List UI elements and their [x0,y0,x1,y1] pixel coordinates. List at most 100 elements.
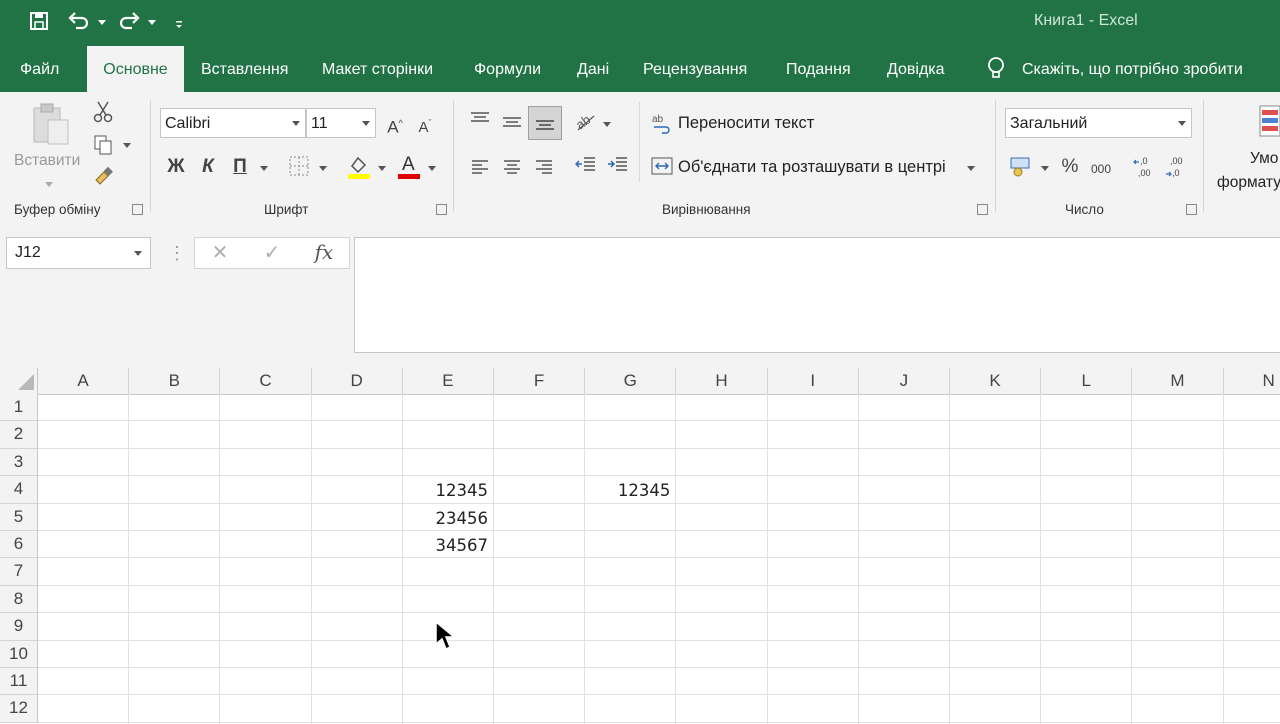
percent-button[interactable]: % [1058,156,1082,178]
number-format-select[interactable]: Загальний [1005,108,1192,138]
tab-formulas[interactable]: Формули [474,46,541,92]
tell-me-search[interactable]: Скажіть, що потрібно зробити [1022,46,1243,92]
row-header-4[interactable]: 4 [0,476,38,504]
paste-dropdown-icon[interactable] [45,182,53,187]
fill-color-dropdown-icon[interactable] [378,166,386,171]
select-all-button[interactable] [0,368,38,394]
row-header-12[interactable]: 12 [0,695,38,723]
cell-e6[interactable]: 34567 [403,531,488,558]
conditional-formatting-label-1[interactable]: Умо [1250,150,1278,168]
merge-center-label[interactable]: Об'єднати та розташувати в центрі [678,158,946,177]
alignment-launcher-icon[interactable] [977,204,988,215]
row-header-7[interactable]: 7 [0,558,38,586]
row-header-9[interactable]: 9 [0,613,38,641]
decrease-font-icon[interactable]: Aˇ [414,112,436,139]
align-top-icon[interactable] [468,110,492,132]
row-header-5[interactable]: 5 [0,503,38,531]
increase-indent-icon[interactable] [606,156,630,179]
save-icon[interactable] [28,10,52,36]
align-center-icon[interactable] [500,158,524,180]
row-header-3[interactable]: 3 [0,448,38,477]
tab-view[interactable]: Подання [786,46,851,92]
undo-dropdown-icon[interactable] [98,20,106,25]
column-header-n[interactable]: N [1224,368,1280,394]
tab-help[interactable]: Довідка [887,46,945,92]
copy-icon[interactable] [92,134,114,161]
column-header-h[interactable]: H [676,368,768,394]
row-header-10[interactable]: 10 [0,640,38,668]
font-launcher-icon[interactable] [436,204,447,215]
customize-icon[interactable] [174,10,186,36]
decrease-indent-icon[interactable] [574,156,598,179]
clipboard-launcher-icon[interactable] [132,204,143,215]
conditional-formatting-icon[interactable] [1258,104,1280,143]
paste-icon[interactable] [28,100,74,146]
orientation-icon[interactable]: ab [573,110,598,137]
row-header-11[interactable]: 11 [0,668,38,696]
column-header-m[interactable]: M [1132,368,1224,394]
number-launcher-icon[interactable] [1186,204,1197,215]
accounting-dropdown-icon[interactable] [1041,166,1049,171]
increase-font-icon[interactable]: A^ [384,112,406,139]
borders-icon[interactable] [288,156,310,181]
tab-home[interactable]: Основне [87,46,184,92]
merge-dropdown-icon[interactable] [967,166,975,171]
name-box[interactable]: J12 [6,237,151,269]
formula-input[interactable] [354,237,1280,353]
column-header-j[interactable]: J [859,368,950,394]
column-header-g[interactable]: G [585,368,677,394]
column-header-e[interactable]: E [403,368,494,394]
wrap-text-label[interactable]: Переносити текст [678,114,814,133]
accounting-format-icon[interactable] [1008,154,1034,183]
align-bottom-icon[interactable] [528,106,562,140]
column-header-l[interactable]: L [1041,368,1133,394]
orientation-dropdown-icon[interactable] [603,122,611,127]
conditional-formatting-label-2[interactable]: формату [1217,174,1280,192]
row-header-6[interactable]: 6 [0,531,38,559]
row-header-8[interactable]: 8 [0,585,38,614]
column-header-k[interactable]: K [950,368,1042,394]
comma-style-button[interactable]: 000 [1088,158,1114,180]
font-size-select[interactable]: 11 [306,108,376,138]
italic-button[interactable]: К [196,156,220,178]
font-color-icon[interactable]: A [396,152,422,185]
enter-icon[interactable]: ✓ [259,242,285,264]
tab-file[interactable]: Файл [20,46,59,92]
cell-e5[interactable]: 23456 [403,504,488,531]
undo-icon[interactable] [66,10,96,36]
increase-decimal-icon[interactable]: ,0,00 [1132,154,1158,185]
drag-handle-icon[interactable]: ⋮ [168,242,186,264]
column-header-a[interactable]: A [38,368,130,394]
bold-button[interactable]: Ж [164,156,188,178]
redo-dropdown-icon[interactable] [148,20,156,25]
column-header-b[interactable]: B [129,368,221,394]
tab-data[interactable]: Дані [577,46,609,92]
font-family-select[interactable]: Calibri [160,108,306,138]
tab-insert[interactable]: Вставлення [201,46,288,92]
row-header-1[interactable]: 1 [0,394,38,422]
font-color-dropdown-icon[interactable] [428,166,436,171]
cell-e4[interactable]: 12345 [403,476,488,503]
wrap-text-icon[interactable]: ab [652,112,674,139]
column-header-f[interactable]: F [494,368,586,394]
redo-icon[interactable] [116,10,146,36]
align-middle-icon[interactable] [500,114,524,136]
fill-color-icon[interactable] [346,154,372,185]
borders-dropdown-icon[interactable] [319,166,327,171]
underline-dropdown-icon[interactable] [260,166,268,171]
cut-icon[interactable] [92,100,114,129]
copy-dropdown-icon[interactable] [123,143,131,148]
worksheet-grid[interactable]: ABCDEFGHIJKLMN 1 2 3 4 5 6 7 8 9 10 11 12 12345 2345… [0,368,1280,724]
column-header-i[interactable]: I [768,368,859,394]
format-painter-icon[interactable] [92,166,114,193]
cancel-icon[interactable]: ✕ [207,242,233,264]
insert-function-icon[interactable]: fx [311,241,337,263]
decrease-decimal-icon[interactable]: ,00,0 [1164,154,1190,185]
align-left-icon[interactable] [468,158,492,180]
row-header-2[interactable]: 2 [0,421,38,449]
align-right-icon[interactable] [532,158,556,180]
column-header-c[interactable]: C [220,368,312,394]
tab-page-layout[interactable]: Макет сторінки [322,46,433,92]
cell-g4[interactable]: 12345 [585,476,671,503]
column-header-d[interactable]: D [312,368,403,394]
